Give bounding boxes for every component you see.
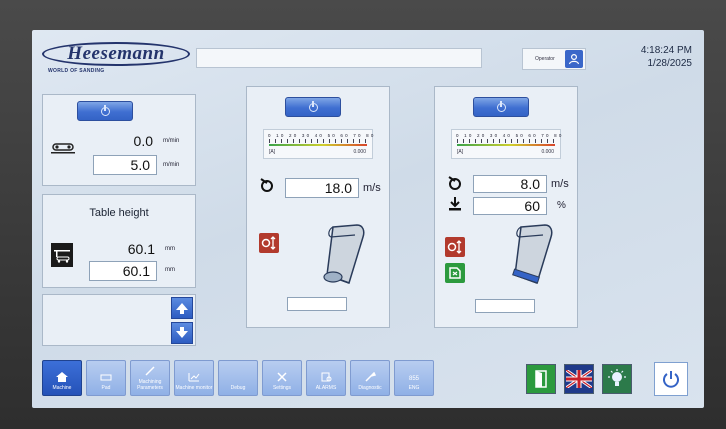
language-flag-button[interactable] bbox=[564, 364, 594, 394]
nav-machining-parameters[interactable]: Machining Parameters bbox=[130, 360, 170, 396]
feed-speed-setpoint-input[interactable]: 5.0 bbox=[93, 155, 157, 175]
pad-icon bbox=[100, 374, 112, 381]
home-icon bbox=[56, 372, 68, 382]
unit-2-current-scale: 0 10 20 30 40 50 60 70 80 [A] 0.000 bbox=[451, 129, 561, 159]
lower-table-button[interactable] bbox=[171, 322, 193, 344]
user-icon[interactable] bbox=[565, 50, 583, 68]
pressure-icon bbox=[449, 197, 461, 216]
feed-speed-actual: 0.0 bbox=[133, 133, 153, 149]
message-bar bbox=[196, 48, 482, 68]
logout-door-button[interactable] bbox=[526, 364, 556, 394]
roller-lift-icon bbox=[261, 236, 276, 250]
power-button[interactable] bbox=[654, 362, 688, 396]
conveyor-icon bbox=[51, 141, 75, 160]
unit-2-brush-button[interactable] bbox=[445, 263, 465, 283]
brush-icon bbox=[449, 267, 461, 279]
monitor-icon bbox=[188, 373, 200, 382]
sanding-unit-2-panel: 0 10 20 30 40 50 60 70 80 [A] 0.000 8.0 … bbox=[434, 86, 578, 328]
light-button[interactable] bbox=[602, 364, 632, 394]
nav-machine-monitor[interactable]: Machine monitor bbox=[174, 360, 214, 396]
settings-icon bbox=[277, 372, 287, 382]
unit-1-start-button[interactable] bbox=[285, 97, 341, 117]
table-lift-icon bbox=[51, 243, 73, 267]
unit-1-current-scale: 0 10 20 30 40 50 60 70 80 [A] 0.000 bbox=[263, 129, 373, 159]
alarms-icon bbox=[321, 372, 332, 382]
unit-1-belt-speed-input[interactable]: 18.0 bbox=[285, 178, 359, 198]
clock-date: 1/28/2025 bbox=[647, 58, 693, 69]
sanding-roller-illustration bbox=[319, 223, 369, 292]
clock: 4:18:24 PM 1/28/2025 bbox=[641, 44, 692, 70]
feed-setpoint-unit: m/min bbox=[163, 162, 180, 168]
uk-flag-icon bbox=[566, 370, 592, 388]
brand-logo: Heesemann WORLD OF SANDING bbox=[42, 40, 194, 78]
sanding-pad-illustration bbox=[507, 223, 557, 292]
diagnostic-icon bbox=[365, 372, 376, 382]
nav-language[interactable]: 855 ENG bbox=[394, 360, 434, 396]
operator-login[interactable]: Operator bbox=[522, 48, 586, 70]
table-height-title: Table height bbox=[89, 207, 149, 219]
unit-2-pressure-input[interactable]: 60 bbox=[473, 197, 547, 215]
unit-2-current-value: 0.000 bbox=[541, 149, 554, 155]
clock-time: 4:18:24 PM bbox=[640, 45, 692, 56]
jog-panel bbox=[42, 294, 196, 346]
belt-speed-icon bbox=[447, 175, 463, 196]
table-height-setpoint-input[interactable]: 60.1 bbox=[89, 261, 157, 281]
unit-1-lift-button[interactable] bbox=[259, 233, 279, 253]
language-icon: 855 bbox=[409, 376, 420, 382]
machining-icon bbox=[145, 366, 155, 376]
unit-2-belt-speed-input[interactable]: 8.0 bbox=[473, 175, 547, 193]
nav-diagnostic[interactable]: Diagnostic bbox=[350, 360, 390, 396]
operator-label: Operator bbox=[535, 56, 555, 62]
unit-2-info-field bbox=[475, 299, 535, 313]
power-icon bbox=[663, 371, 679, 388]
svg-text:855: 855 bbox=[409, 376, 420, 382]
door-exit-icon bbox=[535, 370, 547, 388]
nav-machine[interactable]: Machine bbox=[42, 360, 82, 396]
feed-speed-unit: m/min bbox=[163, 138, 180, 144]
table-height-unit: mm bbox=[165, 246, 175, 252]
roller-lift-icon bbox=[447, 240, 462, 254]
arrow-up-icon bbox=[176, 303, 188, 314]
belt-speed-icon bbox=[259, 177, 275, 198]
unit-2-lift-button[interactable] bbox=[445, 237, 465, 257]
unit-1-speed-unit: m/s bbox=[363, 182, 381, 194]
unit-2-speed-unit: m/s bbox=[551, 178, 569, 190]
unit-2-pressure-unit: % bbox=[557, 200, 566, 211]
unit-1-info-field bbox=[287, 297, 347, 311]
feed-speed-panel: 0.0 m/min 5.0 m/min bbox=[42, 94, 196, 186]
nav-alarms[interactable]: ALARMS bbox=[306, 360, 346, 396]
navigation-bar: Machine Pad Machining Parameters Machine… bbox=[32, 350, 704, 408]
arrow-down-icon bbox=[176, 327, 188, 338]
raise-table-button[interactable] bbox=[171, 297, 193, 319]
table-setpoint-unit: mm bbox=[165, 267, 175, 273]
nav-settings[interactable]: Settings bbox=[262, 360, 302, 396]
nav-debug[interactable]: Debug bbox=[218, 360, 258, 396]
unit-2-start-button[interactable] bbox=[473, 97, 529, 117]
hmi-screen: Heesemann WORLD OF SANDING Operator 4:18… bbox=[32, 30, 704, 408]
table-height-panel: Table height 60.1 mm 60.1 mm bbox=[42, 194, 196, 288]
lightbulb-icon bbox=[608, 369, 626, 386]
unit-1-current-value: 0.000 bbox=[353, 149, 366, 155]
nav-pad[interactable]: Pad bbox=[86, 360, 126, 396]
sanding-unit-1-panel: 0 10 20 30 40 50 60 70 80 [A] 0.000 18.0… bbox=[246, 86, 390, 328]
feed-start-button[interactable] bbox=[77, 101, 133, 121]
table-height-actual: 60.1 bbox=[127, 241, 155, 257]
